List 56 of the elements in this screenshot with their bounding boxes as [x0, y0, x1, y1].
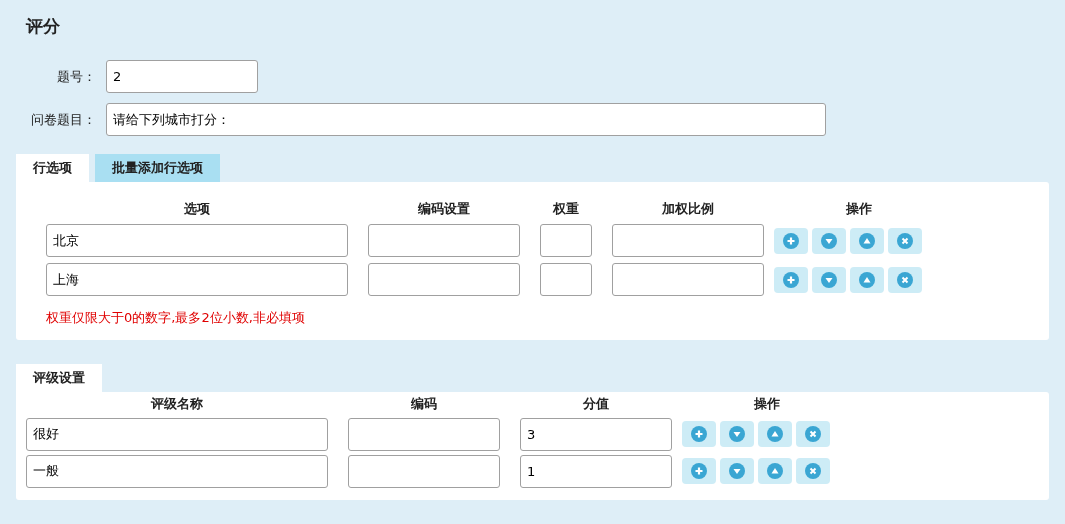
tab[interactable]: 批量添加行选项: [95, 154, 220, 182]
input-field[interactable]: [540, 224, 592, 257]
field-label: 题号：: [56, 67, 97, 86]
input-field[interactable]: [612, 263, 764, 296]
close-icon: [805, 426, 821, 442]
tab[interactable]: 行选项: [16, 154, 89, 182]
column-header: 权重: [552, 199, 580, 218]
input-field[interactable]: [368, 263, 520, 296]
move-up-button[interactable]: [850, 227, 884, 254]
plus-icon: [783, 271, 799, 288]
input-field[interactable]: [612, 224, 764, 257]
plus-icon: [691, 463, 707, 479]
input-field[interactable]: 3: [520, 417, 672, 451]
move-down-button[interactable]: [812, 266, 846, 293]
column-header: 评级名称: [150, 395, 204, 413]
input-field[interactable]: 上海: [46, 263, 348, 296]
input-field[interactable]: 北京: [46, 224, 348, 257]
move-up-button[interactable]: [850, 266, 884, 293]
move-up-button[interactable]: [758, 458, 792, 484]
add-button[interactable]: [774, 227, 808, 254]
column-header: 操作: [753, 395, 781, 413]
column-header: 操作: [845, 199, 873, 218]
add-button[interactable]: [774, 266, 808, 293]
input-field[interactable]: 很好: [26, 417, 328, 451]
input-field[interactable]: [348, 454, 500, 488]
move-up-button[interactable]: [758, 421, 792, 447]
close-icon: [805, 463, 821, 479]
add-button[interactable]: [682, 458, 716, 484]
delete-button[interactable]: [796, 458, 830, 484]
column-header: 选项: [183, 199, 211, 218]
delete-button[interactable]: [796, 421, 830, 447]
plus-icon: [691, 426, 707, 442]
input-field[interactable]: 1: [520, 454, 672, 488]
close-icon: [897, 232, 913, 249]
input-field[interactable]: 一般: [26, 454, 328, 488]
input-field[interactable]: [348, 417, 500, 451]
move-down-button[interactable]: [812, 227, 846, 254]
input-field[interactable]: 请给下列城市打分：: [106, 103, 826, 136]
move-down-button[interactable]: [720, 458, 754, 484]
move-down-button[interactable]: [720, 421, 754, 447]
column-header: 编码: [410, 395, 438, 413]
input-field[interactable]: [540, 263, 592, 296]
add-button[interactable]: [682, 421, 716, 447]
page-title: 评分: [26, 15, 61, 38]
tab[interactable]: 评级设置: [16, 363, 102, 392]
field-label: 问卷题目：: [30, 110, 97, 129]
hint-text: 权重仅限大于0的数字,最多2位小数,非必填项: [46, 309, 306, 327]
delete-button[interactable]: [888, 266, 922, 293]
input-field[interactable]: 2: [106, 60, 258, 93]
delete-button[interactable]: [888, 227, 922, 254]
column-header: 加权比例: [661, 199, 715, 218]
plus-icon: [783, 232, 799, 249]
column-header: 分值: [582, 395, 610, 413]
close-icon: [897, 271, 913, 288]
input-field[interactable]: [368, 224, 520, 257]
column-header: 编码设置: [417, 199, 471, 218]
